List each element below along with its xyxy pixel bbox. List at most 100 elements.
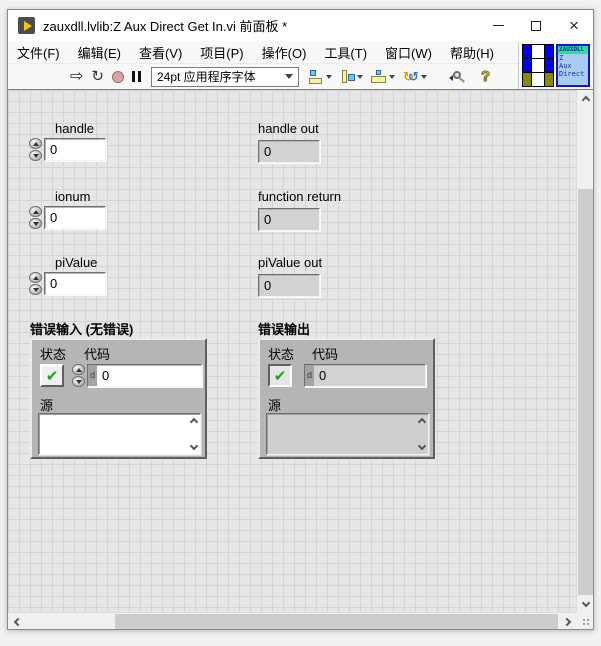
chevron-down-icon bbox=[581, 598, 590, 607]
decrement-icon[interactable] bbox=[72, 376, 85, 387]
decrement-icon[interactable] bbox=[29, 150, 42, 161]
resize-objects-button[interactable] bbox=[367, 66, 399, 88]
menu-help[interactable]: 帮助(H) bbox=[441, 41, 503, 64]
increment-decrement-spinner[interactable] bbox=[72, 364, 86, 387]
close-icon: × bbox=[569, 16, 579, 35]
front-panel: handle 0 handle out 0 ionum 0 function r… bbox=[8, 90, 576, 612]
horizontal-scrollbar-thumb[interactable] bbox=[115, 614, 558, 629]
vi-icon-band: ZAUXDLL bbox=[558, 46, 588, 54]
maximize-button[interactable] bbox=[517, 10, 555, 41]
titlebar: zauxdll.lvlib:Z Aux Direct Get In.vi 前面板… bbox=[8, 10, 593, 41]
toolbar: ⇨ ↻ 24pt 应用程序字体 ↻ ↺ ? bbox=[8, 64, 593, 90]
pause-button[interactable] bbox=[128, 66, 145, 88]
pivalue-out-indicator: 0 bbox=[258, 274, 320, 297]
chevron-down-icon[interactable] bbox=[417, 441, 426, 451]
pivalue-numeric-control: 0 bbox=[29, 272, 106, 295]
menu-file[interactable]: 文件(F) bbox=[8, 41, 69, 64]
error-out-code-value: d 0 bbox=[304, 364, 426, 387]
menu-operate[interactable]: 操作(O) bbox=[253, 41, 316, 64]
error-in-code-input[interactable]: d 0 bbox=[87, 364, 202, 387]
decrement-icon[interactable] bbox=[29, 284, 42, 295]
chevron-down-icon bbox=[284, 74, 293, 79]
scroll-left-button[interactable] bbox=[8, 613, 25, 630]
run-button[interactable]: ⇨ bbox=[66, 66, 87, 88]
handle-input[interactable]: 0 bbox=[44, 138, 106, 161]
chevron-down-icon bbox=[325, 74, 332, 79]
vi-icon[interactable]: ZAUXDLL Z Aux Direct bbox=[556, 44, 590, 87]
run-continuous-icon: ↻ bbox=[91, 68, 104, 85]
check-icon: ✔ bbox=[273, 367, 287, 385]
check-icon: ✔ bbox=[45, 367, 59, 385]
distribute-objects-icon bbox=[340, 69, 355, 84]
horizontal-scrollbar[interactable] bbox=[8, 612, 576, 629]
chevron-down-icon bbox=[388, 74, 395, 79]
increment-decrement-spinner[interactable] bbox=[29, 206, 43, 229]
resize-objects-icon bbox=[370, 69, 387, 84]
toolbar-right-icons: ZAUXDLL Z Aux Direct bbox=[518, 42, 592, 89]
chevron-right-icon bbox=[562, 617, 571, 626]
scroll-down-button[interactable] bbox=[577, 595, 594, 612]
minimize-button[interactable] bbox=[479, 10, 517, 41]
menu-tools[interactable]: 工具(T) bbox=[315, 41, 376, 64]
string-scrollbar[interactable] bbox=[415, 414, 428, 454]
pause-icon bbox=[131, 71, 141, 82]
pivalue-input[interactable]: 0 bbox=[44, 272, 106, 295]
code-label: 代码 bbox=[84, 347, 111, 362]
function-return-indicator: 0 bbox=[258, 208, 320, 231]
font-selector-value: 24pt 应用程序字体 bbox=[156, 70, 256, 84]
radix-display: d bbox=[305, 365, 314, 386]
decrement-icon[interactable] bbox=[29, 218, 42, 229]
abort-button[interactable] bbox=[108, 66, 128, 88]
increment-icon[interactable] bbox=[29, 272, 42, 283]
increment-icon[interactable] bbox=[29, 206, 42, 217]
chevron-left-icon bbox=[13, 617, 22, 626]
handle-label: handle bbox=[55, 121, 95, 136]
ionum-input[interactable]: 0 bbox=[44, 206, 106, 229]
chevron-down-icon bbox=[356, 74, 363, 79]
increment-decrement-spinner[interactable] bbox=[29, 138, 43, 161]
chevron-down-icon[interactable] bbox=[189, 441, 198, 451]
handle-out-value: 0 bbox=[258, 140, 320, 163]
error-in-cluster: 状态 代码 ✔ d 0 源 bbox=[30, 338, 207, 459]
increment-icon[interactable] bbox=[29, 138, 42, 149]
vertical-scrollbar[interactable] bbox=[576, 90, 593, 612]
error-out-status-indicator: ✔ bbox=[268, 364, 292, 387]
align-objects-button[interactable] bbox=[305, 66, 336, 88]
chevron-down-icon bbox=[420, 74, 427, 79]
increment-icon[interactable] bbox=[72, 364, 85, 375]
alignment-grid-icon[interactable] bbox=[522, 44, 554, 87]
menu-window[interactable]: 窗口(W) bbox=[376, 41, 441, 64]
font-selector[interactable]: 24pt 应用程序字体 bbox=[150, 66, 299, 87]
error-out-cluster: 状态 代码 ✔ d 0 源 bbox=[258, 338, 435, 459]
menu-view[interactable]: 查看(V) bbox=[130, 41, 191, 64]
align-objects-icon bbox=[308, 69, 324, 84]
close-button[interactable]: × bbox=[555, 10, 593, 41]
maximize-icon bbox=[531, 20, 541, 31]
search-button[interactable] bbox=[445, 66, 469, 88]
chevron-up-icon[interactable] bbox=[417, 417, 426, 427]
menu-edit[interactable]: 编辑(E) bbox=[69, 41, 130, 64]
error-out-code-indicator: d 0 bbox=[304, 364, 426, 387]
handle-out-label: handle out bbox=[258, 121, 319, 136]
run-continuous-button[interactable]: ↻ bbox=[87, 66, 108, 88]
help-button[interactable]: ? bbox=[477, 66, 494, 88]
scroll-up-button[interactable] bbox=[577, 90, 594, 107]
window-title: zauxdll.lvlib:Z Aux Direct Get In.vi 前面板… bbox=[43, 19, 288, 34]
increment-decrement-spinner[interactable] bbox=[29, 272, 43, 295]
distribute-objects-button[interactable] bbox=[336, 66, 367, 88]
help-icon: ? bbox=[480, 68, 491, 86]
menubar: 文件(F) 编辑(E) 查看(V) 项目(P) 操作(O) 工具(T) 窗口(W… bbox=[8, 41, 593, 64]
error-out-label: 错误输出 bbox=[258, 322, 311, 337]
chevron-up-icon[interactable] bbox=[189, 417, 198, 427]
error-in-source-input[interactable] bbox=[38, 413, 201, 455]
error-in-status-checkbox[interactable]: ✔ bbox=[40, 364, 64, 387]
menu-project[interactable]: 项目(P) bbox=[191, 41, 252, 64]
string-scrollbar[interactable] bbox=[187, 414, 200, 454]
chevron-up-icon bbox=[581, 95, 590, 104]
resize-grip[interactable] bbox=[576, 612, 593, 629]
error-in-code-control: d 0 bbox=[72, 364, 202, 387]
reorder-button[interactable]: ↻ ↺ bbox=[399, 66, 431, 88]
radix-display[interactable]: d bbox=[88, 365, 97, 386]
vertical-scrollbar-thumb[interactable] bbox=[578, 189, 593, 595]
scroll-right-button[interactable] bbox=[559, 613, 576, 630]
